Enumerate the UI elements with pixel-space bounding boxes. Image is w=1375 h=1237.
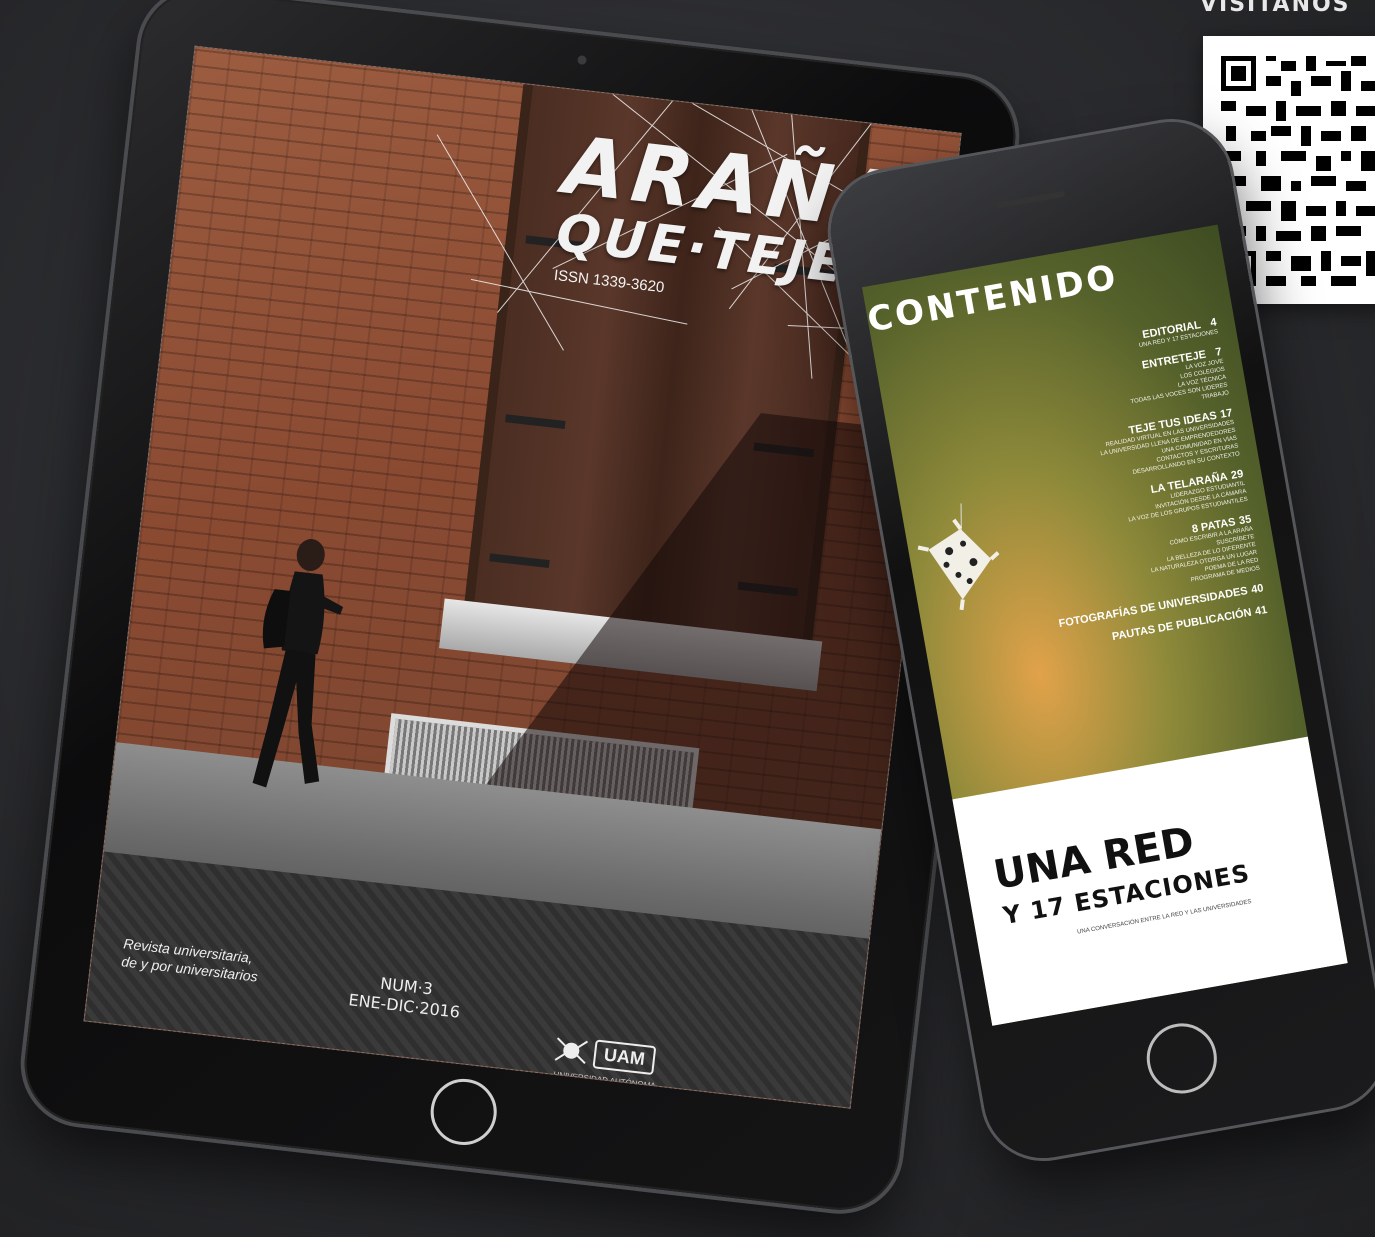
visit-label: VISITANOS [1200,0,1351,17]
door-hinge [489,553,550,569]
contents-title: CONTENIDO [864,256,1122,341]
toc-section-page: 40 [1250,582,1265,597]
table-of-contents: EDITORIAL 4 UNA RED Y 17 ESTACIONES ENTRETE… [918,306,1268,667]
spider-web-graphic [436,93,959,459]
spider-photo [917,503,1000,611]
phone-home-button[interactable] [1140,1017,1222,1100]
phone-screen[interactable]: CONTENIDO EDITORIAL 4 UNA RED Y 17 ESTACIO… [862,224,1348,1026]
publisher-badge: UAM [592,1038,657,1075]
toc-section-page: 41 [1254,603,1269,618]
tablet-camera [577,55,588,66]
phone-speaker [994,190,1065,209]
tablet-home-button[interactable] [427,1075,501,1149]
feature-panel: UNA RED Y 17 ESTACIONES UNA CONVERSACIÓN… [952,736,1348,1026]
spider-logo-icon [554,1037,588,1065]
tablet-screen[interactable]: ARAÑA QUE·TEJE ISSN 1339-3620 Revista un… [83,45,962,1109]
